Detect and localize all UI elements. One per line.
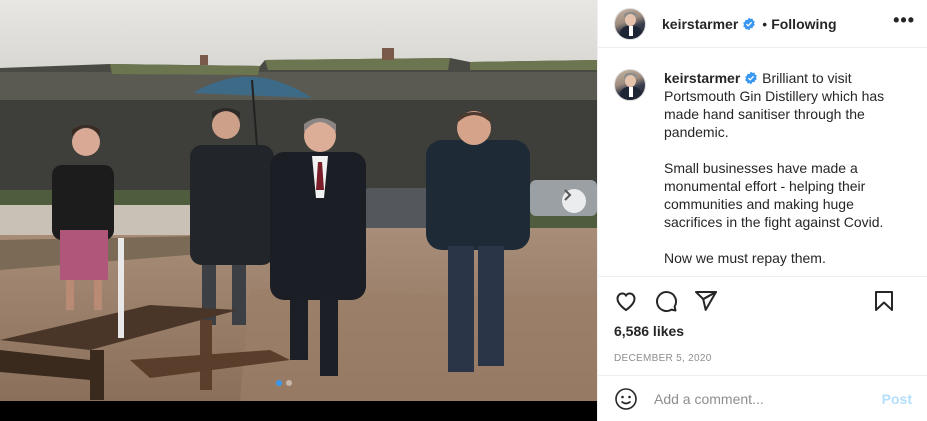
post-comment-button[interactable]: Post xyxy=(882,391,912,407)
verified-badge-icon xyxy=(745,71,758,85)
post-photo[interactable] xyxy=(0,0,597,401)
carousel-dot xyxy=(276,380,282,386)
caption-area: keirstarmer Brilliant to visit Portsmout… xyxy=(598,49,927,275)
comment-bar: Post xyxy=(598,375,927,421)
photo-bottom-strip xyxy=(0,401,597,421)
carousel-dot xyxy=(286,380,292,386)
heart-icon[interactable] xyxy=(614,289,638,313)
avatar[interactable] xyxy=(614,69,646,101)
post-header: keirstarmer • Following ••• xyxy=(598,0,927,48)
post-side-panel: keirstarmer • Following ••• keirstarmer … xyxy=(597,0,927,421)
comment-input[interactable] xyxy=(654,390,864,407)
bookmark-icon[interactable] xyxy=(872,289,896,313)
verified-badge-icon xyxy=(743,17,756,30)
caption-username[interactable]: keirstarmer xyxy=(664,70,740,86)
comment-icon[interactable] xyxy=(654,289,678,313)
photo-scene xyxy=(0,0,597,401)
post-actions: 6,586 likes DECEMBER 5, 2020 xyxy=(598,276,927,364)
share-icon[interactable] xyxy=(694,289,718,313)
separator-dot: • xyxy=(762,15,768,32)
chevron-right-icon xyxy=(564,189,572,201)
post-date[interactable]: DECEMBER 5, 2020 xyxy=(614,353,912,364)
likes-count[interactable]: 6,586 likes xyxy=(614,323,912,339)
carousel-indicator xyxy=(276,380,292,386)
caption-text: keirstarmer Brilliant to visit Portsmout… xyxy=(664,69,912,275)
more-horizontal-icon[interactable]: ••• xyxy=(893,10,915,31)
avatar[interactable] xyxy=(614,7,646,40)
header-username[interactable]: keirstarmer xyxy=(662,16,738,32)
caption-paragraph: Now we must repay them. xyxy=(664,250,826,266)
action-icons xyxy=(614,277,912,325)
following-button[interactable]: Following xyxy=(771,16,836,32)
caption-paragraph: Small businesses have made a monumental … xyxy=(664,160,884,230)
carousel-next-button[interactable] xyxy=(562,189,586,213)
emoji-icon[interactable] xyxy=(614,387,638,411)
